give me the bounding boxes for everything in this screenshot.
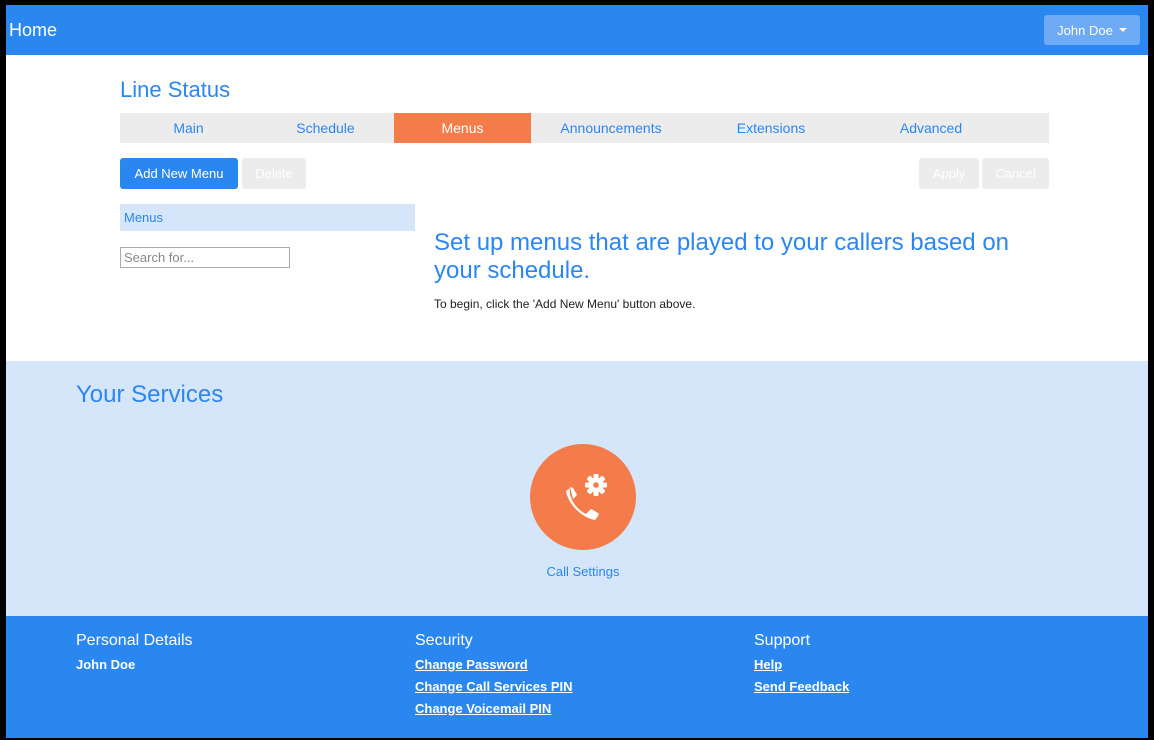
tab-bar: Main Schedule Menus Announcements Extens… — [120, 113, 1049, 143]
user-menu-button[interactable]: John Doe — [1044, 15, 1140, 45]
change-voicemail-pin-link[interactable]: Change Voicemail PIN — [415, 701, 573, 716]
services-title: Your Services — [76, 381, 224, 408]
cancel-button[interactable]: Cancel — [982, 158, 1049, 189]
footer-personal-column: Personal Details John Doe — [76, 632, 193, 679]
menus-list-header: Menus — [120, 204, 415, 231]
tab-announcements[interactable]: Announcements — [531, 113, 691, 143]
page-title: Line Status — [120, 77, 231, 102]
footer-user-name: John Doe — [76, 657, 136, 672]
phone-gear-icon — [566, 474, 607, 520]
app-window: Home John Doe Line Status Main Schedule … — [0, 0, 1154, 740]
empty-state-headline: Set up menus that are played to your cal… — [434, 229, 1010, 284]
caret-down-icon — [1118, 28, 1127, 32]
tab-menus[interactable]: Menus — [394, 113, 531, 143]
user-name-label: John Doe — [1057, 22, 1113, 38]
tab-extensions[interactable]: Extensions — [691, 113, 851, 143]
tab-schedule[interactable]: Schedule — [257, 113, 394, 143]
tab-advanced[interactable]: Advanced — [851, 113, 1011, 143]
personal-details-heading: Personal Details — [76, 632, 193, 649]
apply-button[interactable]: Apply — [919, 158, 979, 189]
top-navbar: Home John Doe — [6, 5, 1148, 55]
call-settings-tile[interactable] — [530, 444, 636, 550]
change-call-services-pin-link[interactable]: Change Call Services PIN — [415, 679, 573, 694]
tab-main[interactable]: Main — [120, 113, 257, 143]
call-settings-label[interactable]: Call Settings — [506, 564, 660, 579]
footer-support-column: Support Help Send Feedback — [754, 632, 849, 701]
empty-state-instruction: To begin, click the 'Add New Menu' butto… — [434, 297, 696, 311]
change-password-link[interactable]: Change Password — [415, 657, 573, 672]
home-link[interactable]: Home — [9, 20, 57, 41]
search-input[interactable] — [120, 247, 290, 268]
services-section: Your Services Call Settings — [6, 361, 1148, 616]
send-feedback-link[interactable]: Send Feedback — [754, 679, 849, 694]
support-heading: Support — [754, 632, 811, 649]
footer: Personal Details John Doe Security Chang… — [6, 616, 1148, 738]
help-link[interactable]: Help — [754, 657, 849, 672]
security-heading: Security — [415, 632, 473, 649]
delete-button[interactable]: Delete — [242, 158, 306, 189]
footer-security-column: Security Change Password Change Call Ser… — [415, 632, 573, 723]
add-new-menu-button[interactable]: Add New Menu — [120, 158, 238, 189]
